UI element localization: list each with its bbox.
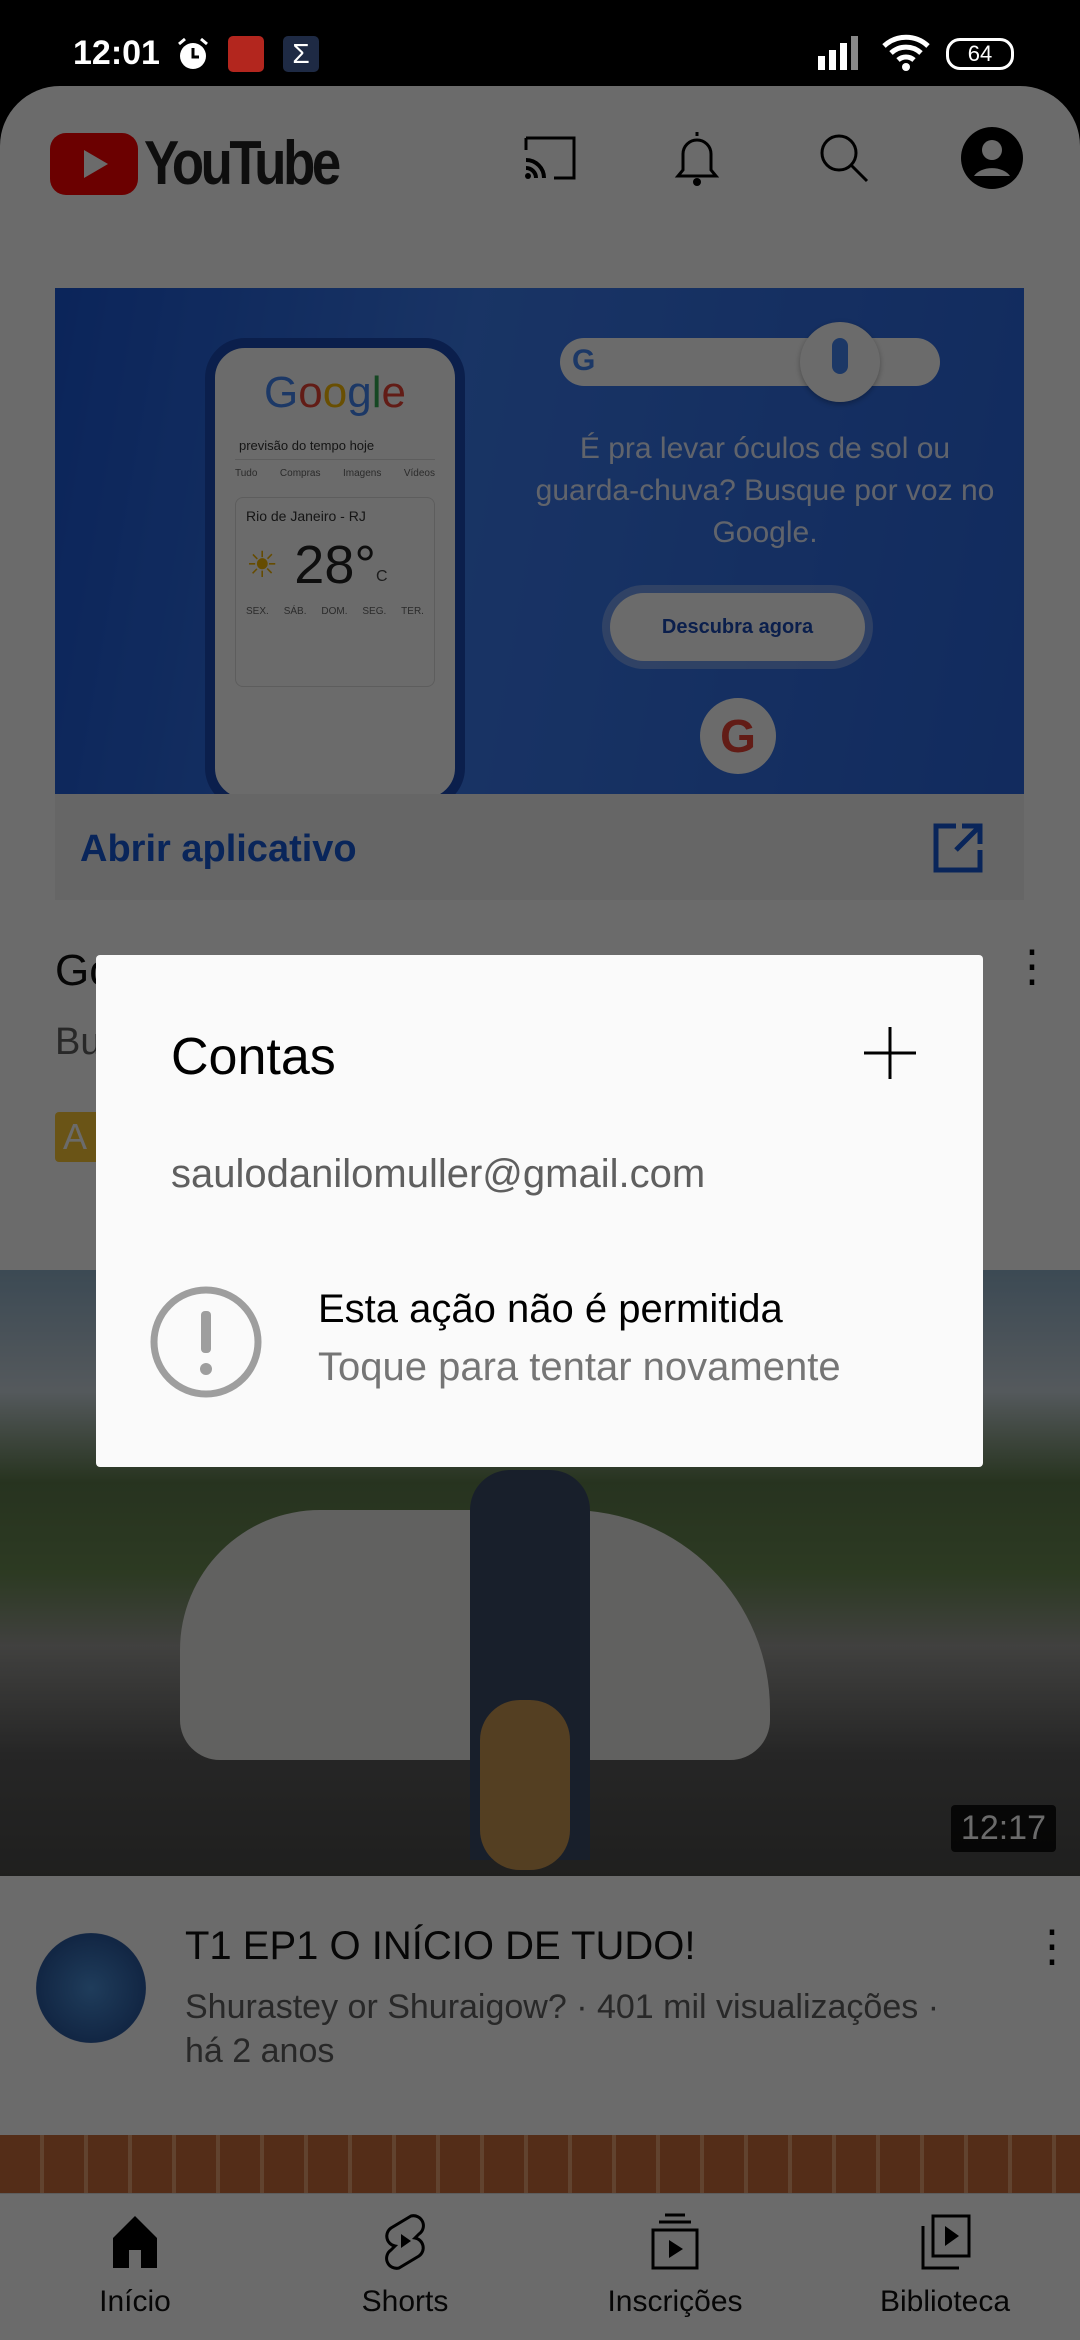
- account-icon[interactable]: [960, 126, 1024, 190]
- ad-subtitle: Bu: [55, 1021, 102, 1063]
- nav-label: Shorts: [361, 2285, 449, 2318]
- subscriptions-icon: [651, 2213, 699, 2270]
- google-search-pill: G: [560, 322, 940, 402]
- library-icon: [921, 2214, 971, 2270]
- cast-icon[interactable]: [518, 126, 582, 190]
- status-time: 12:01: [73, 34, 160, 72]
- phone-tab: Tudo: [235, 468, 258, 479]
- phone-search-text: previsão do tempo hoje: [235, 432, 435, 460]
- shorts-icon: [385, 2214, 425, 2270]
- nav-label: Biblioteca: [879, 2285, 1011, 2318]
- discover-now-button[interactable]: Descubra agora: [610, 593, 865, 661]
- weather-unit: C: [375, 568, 388, 585]
- phone-tab: Compras: [279, 468, 321, 479]
- status-bar: 12:01 Σ 64: [0, 0, 1080, 86]
- google-logo: Google: [264, 368, 406, 417]
- phone-mockup: Google previsão do tempo hoje Tudo Compra…: [205, 338, 465, 794]
- youtube-logo[interactable]: YouTube: [50, 128, 372, 199]
- weather-city: Rio de Janeiro - RJ: [246, 508, 366, 524]
- nav-library[interactable]: Biblioteca: [845, 2212, 1045, 2319]
- alarm-icon: [175, 36, 211, 72]
- weather-day: SEX.: [246, 606, 269, 617]
- add-account-icon[interactable]: [862, 1025, 918, 1081]
- bottom-nav: Início Shorts Inscrições Biblioteca: [0, 2193, 1080, 2340]
- open-app-label: Abrir aplicativo: [80, 828, 357, 870]
- sigma-app-icon: Σ: [283, 36, 319, 72]
- nav-label: Início: [99, 2285, 171, 2318]
- bible-app-icon: [228, 36, 264, 72]
- weather-temperature: 28°: [294, 535, 376, 595]
- external-link-icon: [933, 823, 983, 873]
- weather-day: SEG.: [362, 606, 387, 617]
- dialog-title: Contas: [171, 1028, 336, 1086]
- video-more-button[interactable]: ⋮: [1030, 1925, 1074, 1969]
- battery-level: 64: [967, 41, 993, 66]
- partly-sunny-icon: ☀: [246, 544, 279, 585]
- weather-day: DOM.: [321, 606, 348, 617]
- error-title: Esta ação não é permitida: [318, 1287, 783, 1331]
- search-icon[interactable]: [812, 126, 876, 190]
- signal-icon: [818, 36, 858, 70]
- nav-home[interactable]: Início: [35, 2212, 235, 2319]
- ad-headline: É pra levar óculos de sol ou guarda-chuv…: [535, 432, 995, 549]
- channel-avatar[interactable]: [36, 1933, 146, 2043]
- nav-shorts[interactable]: Shorts: [305, 2212, 505, 2319]
- wifi-icon: [882, 34, 930, 71]
- mic-icon: [800, 322, 880, 402]
- dog-image: [480, 1700, 570, 1870]
- video-meta: Shurastey or Shuraigow? · 401 mil visual…: [185, 1988, 940, 2026]
- error-icon: [150, 1286, 262, 1398]
- weather-day: SÁB.: [283, 606, 307, 617]
- weather-day: TER.: [401, 606, 424, 617]
- phone-tabs: Tudo Compras Imagens Vídeos: [235, 468, 435, 479]
- nav-subscriptions[interactable]: Inscrições: [575, 2212, 775, 2319]
- error-row[interactable]: Esta ação não é permitida Toque para ten…: [96, 1275, 983, 1415]
- youtube-play-logo-icon: [50, 132, 138, 195]
- google-g-icon: G: [572, 344, 596, 377]
- open-app-bar[interactable]: Abrir aplicativo: [55, 794, 1024, 900]
- account-email[interactable]: saulodanilomuller@gmail.com: [171, 1152, 705, 1197]
- video-title: T1 EP1 O INÍCIO DE TUDO!: [185, 1924, 696, 1968]
- video-age: há 2 anos: [185, 2032, 335, 2070]
- logo-text: YouTube: [144, 129, 341, 198]
- next-video-thumbnail[interactable]: [0, 2135, 1080, 2193]
- google-g-logo-icon: G: [700, 698, 776, 774]
- phone-tab: Vídeos: [403, 468, 435, 479]
- weather-card: Rio de Janeiro - RJ ☀ 28° C SEX. SÁB. DOM.…: [235, 497, 435, 687]
- home-icon: [113, 2216, 157, 2268]
- retry-text: Toque para tentar novamente: [318, 1345, 841, 1389]
- phone-tab: Imagens: [343, 468, 382, 479]
- bell-icon[interactable]: [665, 126, 729, 190]
- nav-label: Inscrições: [607, 2285, 743, 2318]
- video-duration: 12:17: [950, 1805, 1056, 1852]
- ad-banner[interactable]: Google previsão do tempo hoje Tudo Compra…: [55, 288, 1024, 794]
- battery-indicator: 64: [946, 38, 1014, 70]
- ad-more-button[interactable]: ⋮: [1010, 945, 1054, 989]
- accounts-dialog: Contas saulodanilomuller@gmail.com Esta …: [96, 955, 983, 1467]
